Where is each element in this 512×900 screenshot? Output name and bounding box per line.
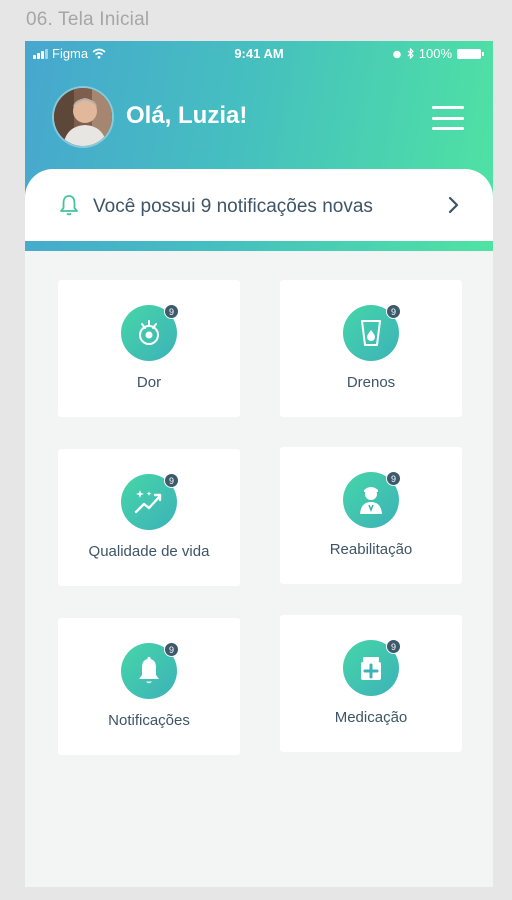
avatar[interactable] [54, 88, 112, 146]
card-notificacoes[interactable]: 9 Notificações [58, 618, 240, 755]
status-right: 100% [392, 46, 484, 61]
bluetooth-icon [407, 48, 414, 59]
bell-outline-icon [60, 195, 78, 216]
card-label: Reabilitação [329, 541, 413, 558]
chevron-right-icon [448, 196, 459, 214]
card-medicacao[interactable]: 9 Medicação [280, 615, 462, 752]
card-drenos[interactable]: 9 Drenos [280, 280, 462, 417]
card-label: Qualidade de vida [88, 543, 210, 560]
alarm-icon [392, 50, 401, 58]
card-qualidade-de-vida[interactable]: 9 Qualidade de vida [58, 449, 240, 586]
card-badge: 9 [164, 473, 179, 488]
status-bar: Figma 9:41 AM 100% [25, 41, 493, 65]
card-badge: 9 [164, 642, 179, 657]
card-badge: 9 [386, 639, 401, 654]
card-reabilitacao[interactable]: 9 Reabilitação [280, 447, 462, 584]
frame-label: 06. Tela Inicial [26, 9, 150, 30]
card-label: Notificações [108, 712, 190, 729]
card-label: Drenos [346, 374, 396, 391]
card-badge: 9 [386, 304, 401, 319]
notifications-banner[interactable]: Você possui 9 notificações novas [25, 169, 493, 241]
header: Figma 9:41 AM 100% Olá, Luzia! Você poss… [25, 41, 493, 251]
card-label: Medicação [334, 709, 408, 726]
avatar-photo [54, 88, 112, 146]
battery-icon [457, 48, 484, 59]
battery-label: 100% [418, 46, 452, 61]
greeting: Olá, Luzia! [126, 102, 248, 129]
card-dor[interactable]: 9 Dor [58, 280, 240, 417]
card-badge: 9 [386, 471, 401, 486]
card-badge: 9 [164, 304, 179, 319]
phone-screen: Figma 9:41 AM 100% Olá, Luzia! Você poss… [25, 41, 493, 887]
menu-icon[interactable] [432, 106, 464, 130]
notifications-text: Você possui 9 notificações novas [93, 196, 373, 217]
card-label: Dor [136, 374, 162, 391]
